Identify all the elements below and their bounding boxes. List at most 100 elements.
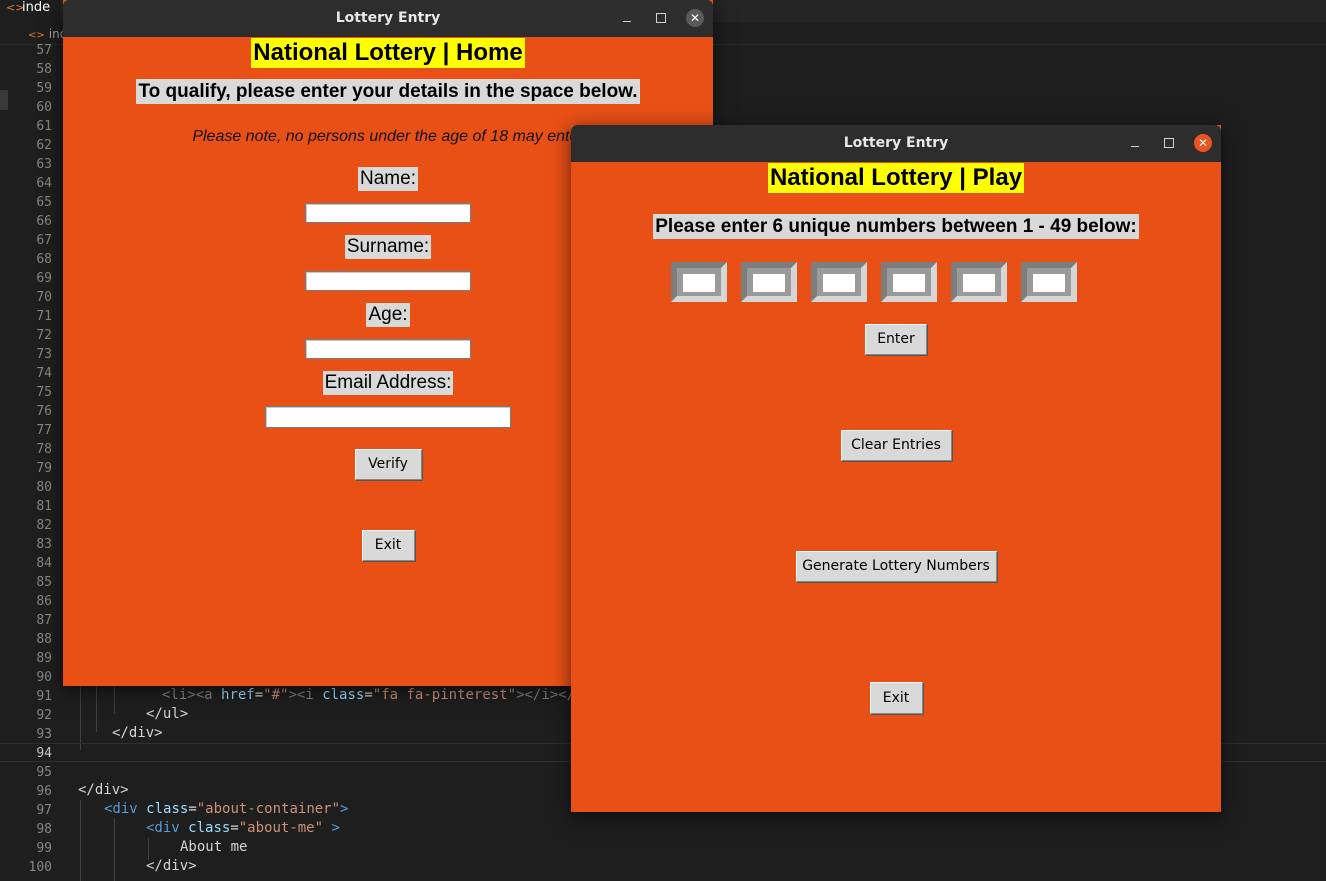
line-number: 74 [36,366,52,381]
name-label: Name: [358,167,418,191]
code-line[interactable]: </div> [0,857,1326,876]
code-line[interactable]: About me [0,838,1326,857]
html-file-icon: <> [28,30,45,41]
maximize-icon[interactable] [1160,134,1178,152]
home-window-titlebar[interactable]: Lottery Entry ✕ [63,0,713,37]
play-window-body: National Lottery | Play Please enter 6 u… [571,162,1221,812]
html-file-icon: <> [6,1,25,14]
code-token: "fa fa-pinterest" [372,687,517,703]
code-token: href [221,687,255,703]
generate-numbers-button[interactable]: Generate Lottery Numbers [795,551,997,582]
code-token: > [340,801,349,817]
enter-button[interactable]: Enter [865,324,927,355]
maximize-icon[interactable] [652,9,670,27]
minimize-icon[interactable] [618,9,636,27]
number-input[interactable] [893,274,925,292]
code-token: "about-me" [238,820,324,836]
line-number: 65 [36,195,52,210]
number-entry-1[interactable] [671,262,727,302]
line-number: 71 [36,309,52,324]
surname-input[interactable] [305,270,471,291]
line-number: 85 [36,575,52,590]
code-token: </div> [146,858,197,874]
code-token: <li><a [162,687,222,703]
verify-button[interactable]: Verify [354,449,422,480]
code-line[interactable]: <div class="about-me" > [0,819,1326,838]
line-number: 82 [36,518,52,533]
line-number: 81 [36,499,52,514]
age-notice: Please note, no persons under the age of… [192,128,584,145]
exit-button[interactable]: Exit [361,530,415,561]
code-token: About me [180,839,248,855]
play-window: Lottery Entry ✕ National Lottery | Play … [571,125,1221,812]
line-number: 90 [36,670,52,685]
code-token: class [188,820,231,836]
close-icon[interactable]: ✕ [686,9,704,27]
number-input[interactable] [1033,274,1065,292]
window-title: Lottery Entry [843,135,949,151]
line-number: 58 [36,62,52,77]
number-input[interactable] [683,274,715,292]
line-number: 66 [36,214,52,229]
code-token: ><i [288,687,323,703]
number-input[interactable] [823,274,855,292]
code-token: "about-container" [196,801,341,817]
code-token: </div> [78,782,129,798]
editor-tab[interactable]: <> inde [0,0,61,22]
line-number: 60 [36,100,52,115]
surname-label: Surname: [344,235,432,259]
clear-entries-button[interactable]: Clear Entries [840,430,952,461]
line-number: 69 [36,271,52,286]
line-number: 95 [36,765,52,780]
code-token: </ul> [146,706,189,722]
code-token: class [322,687,365,703]
number-input[interactable] [963,274,995,292]
age-label: Age: [366,303,410,327]
number-entry-2[interactable] [741,262,797,302]
home-heading: National Lottery | Home [251,38,525,68]
minimize-icon[interactable] [1126,134,1144,152]
age-input[interactable] [305,338,471,359]
code-token: <div [104,801,147,817]
line-number: 61 [36,119,52,134]
line-number: 73 [36,347,52,362]
number-entry-3[interactable] [811,262,867,302]
line-number: 70 [36,290,52,305]
line-number: 64 [36,176,52,191]
number-instruction: Please enter 6 unique numbers between 1 … [653,214,1139,239]
editor-tab-label: inde [22,0,51,15]
exit-button[interactable]: Exit [869,682,923,714]
email-input[interactable] [265,406,511,428]
line-number: 84 [36,556,52,571]
number-entry-6[interactable] [1021,262,1077,302]
line-number: 77 [36,423,52,438]
line-number: 87 [36,613,52,628]
line-number: 67 [36,233,52,248]
line-number: 59 [36,81,52,96]
name-input[interactable] [305,202,471,223]
code-token: class [146,801,189,817]
email-label: Email Address: [322,371,454,395]
line-number: 72 [36,328,52,343]
line-number: 83 [36,537,52,552]
line-number: 79 [36,461,52,476]
window-title: Lottery Entry [335,10,441,26]
line-number: 75 [36,385,52,400]
line-number: 62 [36,138,52,153]
line-number: 88 [36,632,52,647]
code-token: "#" [263,687,289,703]
code-token: <div [146,820,189,836]
number-input[interactable] [753,274,785,292]
breadcrumb-item[interactable]: <> ind [28,27,67,41]
line-number: 63 [36,157,52,172]
number-entry-4[interactable] [881,262,937,302]
home-subheading: To qualify, please enter your details in… [136,79,640,104]
line-number: 80 [36,480,52,495]
play-window-titlebar[interactable]: Lottery Entry ✕ [571,125,1221,162]
code-token: ></i></ [516,687,576,703]
number-entry-5[interactable] [951,262,1007,302]
close-icon[interactable]: ✕ [1194,134,1212,152]
line-number: 89 [36,651,52,666]
line-number: 86 [36,594,52,609]
line-number: 68 [36,252,52,267]
